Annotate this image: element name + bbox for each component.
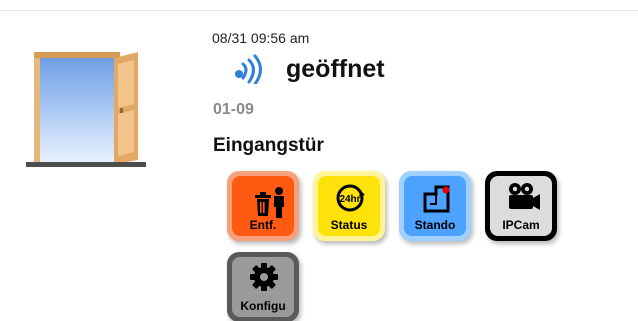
location-button[interactable]: Stando — [399, 171, 471, 241]
24hr-clock-icon: 24hr — [336, 184, 365, 212]
zone-name: Eingangstür — [213, 135, 324, 156]
zone-id: 01-09 — [213, 101, 254, 118]
location-pin-icon — [423, 185, 450, 213]
open-door-icon — [26, 52, 146, 167]
delete-button-label: Entf. — [249, 218, 277, 232]
gear-icon — [250, 263, 278, 291]
top-divider — [0, 10, 638, 11]
ipcam-button[interactable]: IPCam — [485, 171, 557, 241]
status-button-label: Status — [330, 218, 368, 232]
location-button-label: Stando — [414, 218, 456, 232]
wireless-signal-icon — [235, 54, 262, 84]
event-timestamp: 08/31 09:56 am — [212, 30, 310, 46]
config-button-label: Konfigu — [240, 299, 286, 313]
config-button[interactable]: Konfigu — [227, 252, 299, 321]
delete-button[interactable]: Entf. — [227, 171, 299, 241]
event-status: geöffnet — [286, 55, 385, 83]
status-badge: 24hr — [339, 194, 360, 205]
ipcam-button-label: IPCam — [502, 218, 540, 232]
video-camera-icon — [509, 183, 540, 210]
trash-person-icon — [255, 187, 284, 218]
status-button[interactable]: 24hr Status — [313, 171, 385, 241]
